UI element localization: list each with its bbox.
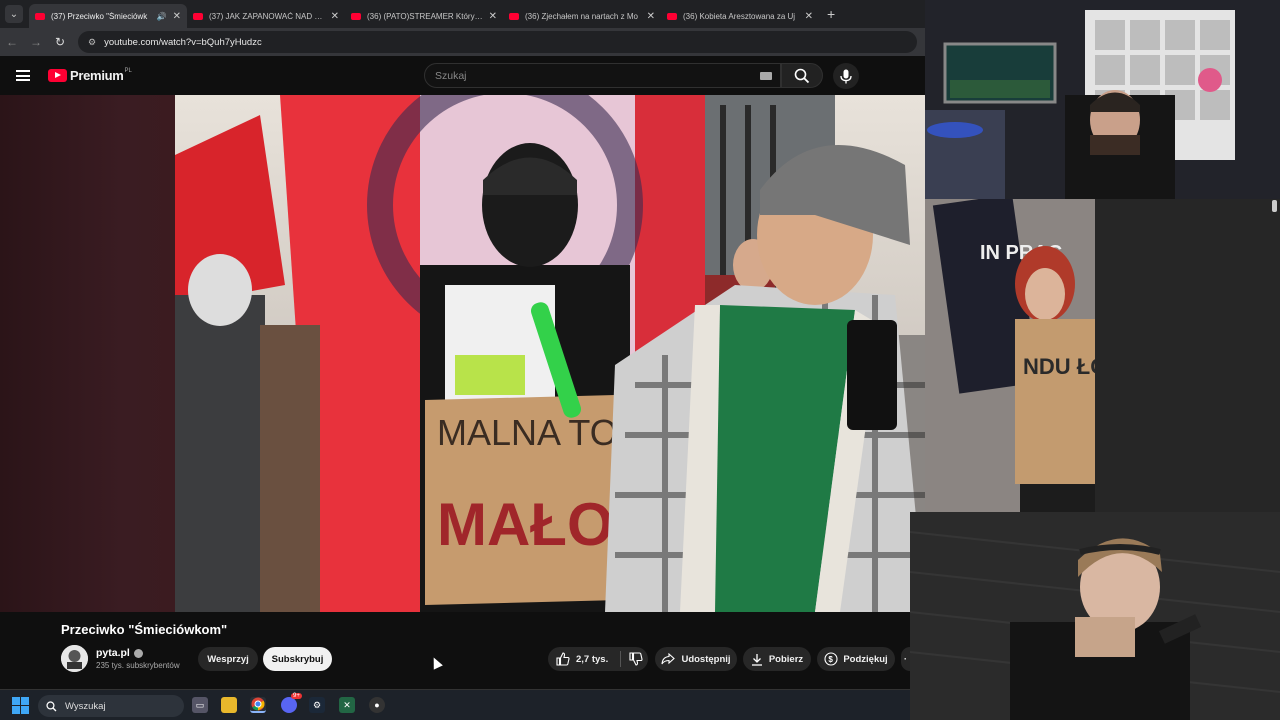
logo-region: PL [124,67,132,74]
logo-text: Premium [70,68,124,83]
task-view-icon[interactable]: ▭ [192,697,208,713]
back-icon[interactable]: ← [0,35,24,49]
voice-search-button[interactable] [833,63,859,89]
share-button[interactable]: Udostępnij [655,647,737,671]
tab-title: (36) Zjechałem na nartach z Mo [525,11,638,21]
forward-icon[interactable]: → [24,35,48,49]
page-right-area [1095,199,1280,512]
youtube-favicon-icon [35,12,45,20]
url-field[interactable]: ⚙ youtube.com/watch?v=bQuh7yHudzc [78,31,917,53]
dislike-button[interactable] [629,652,643,666]
search-icon [46,700,57,711]
like-button[interactable]: 2,7 tys. [556,652,608,666]
like-count: 2,7 tys. [576,653,609,665]
search-input[interactable]: Szukaj [424,63,781,88]
youtube-play-icon [48,69,67,82]
thumbs-up-icon [556,652,570,666]
like-dislike-group: 2,7 tys. [548,647,648,671]
share-icon [661,653,676,665]
tab[interactable]: (36) (PATO)STREAMER Który Nie ✕ [345,4,503,28]
mouse-cursor-icon [429,655,443,670]
sign-right-text: NDU ŁOWI CHE [1023,354,1095,379]
browser-tab-bar: ⌄ (37) Przeciwko "Śmieciówk 🔊 ✕ (37) JAK… [0,0,925,28]
thanks-button[interactable]: $ Podziękuj [817,647,895,671]
discord-badge: 9+ [291,693,302,699]
youtube-favicon-icon [193,12,203,20]
thumbs-down-icon [629,652,643,666]
streamer-webcam-top [925,0,1280,199]
join-button[interactable]: Wesprzyj [198,647,258,671]
video-overflow-frame: IN PRAC NDU ŁOWI CHE [925,199,1095,512]
hamburger-menu-icon[interactable] [16,70,30,81]
microphone-icon [840,69,852,83]
url-text: youtube.com/watch?v=bQuh7yHudzc [104,36,262,48]
discord-icon[interactable]: 9+ [281,693,302,713]
tab-close-icon[interactable]: ✕ [805,11,813,22]
chrome-icon[interactable] [250,697,266,713]
file-explorer-icon[interactable] [221,697,237,713]
scrollbar-thumb[interactable] [1272,200,1277,212]
tab-title: (36) (PATO)STREAMER Który Nie [367,11,483,21]
youtube-favicon-icon [351,12,361,20]
sign-text-top: MALNA TO [437,412,618,453]
tab-close-icon[interactable]: ✕ [647,11,655,22]
tab-close-icon[interactable]: ✕ [489,11,497,22]
subscriber-count: 235 tys. subskrybentów [96,661,180,670]
windows-start-icon[interactable] [12,697,29,714]
youtube-premium-logo[interactable]: Premium PL [48,68,132,83]
tab-title: (37) JAK ZAPANOWAĆ NAD BY [209,11,325,21]
search-button[interactable] [781,63,823,88]
youtube-favicon-icon [667,12,677,20]
streamer-webcam-bottom [910,512,1280,720]
site-info-icon[interactable]: ⚙ [88,37,96,48]
tab[interactable]: (36) Zjechałem na nartach z Mo ✕ [503,4,661,28]
taskbar-search-box[interactable]: Wyszukaj [38,695,184,717]
thanks-icon: $ [824,652,838,666]
thanks-label: Podziękuj [843,653,888,665]
tab-close-icon[interactable]: ✕ [331,11,339,22]
speaker-icon[interactable]: 🔊 [157,12,167,21]
youtube-header: Premium PL Szukaj [0,56,925,95]
sign-text-bottom: MAŁO! [437,491,634,558]
channel-name[interactable]: pyta.pl [96,647,130,659]
search-placeholder: Szukaj [435,69,467,82]
search-icon [794,68,810,83]
tab-title: (37) Przeciwko "Śmieciówk [51,11,148,21]
more-actions-button[interactable]: · [901,647,910,671]
tab[interactable]: (36) Kobieta Aresztowana za Uj ✕ [661,4,819,28]
keyboard-icon[interactable] [760,72,772,80]
video-backdrop [0,95,175,612]
tab-close-icon[interactable]: ✕ [173,11,181,22]
svg-text:$: $ [829,655,834,664]
download-button[interactable]: Pobierz [743,647,811,671]
video-title: Przeciwko "Śmieciówkom" [61,622,228,637]
taskbar-search-label: Wyszukaj [65,700,106,712]
youtube-favicon-icon [509,12,519,20]
share-label: Udostępnij [681,653,731,665]
download-label: Pobierz [768,653,804,665]
like-divider [620,651,622,667]
tab-active[interactable]: (37) Przeciwko "Śmieciówk 🔊 ✕ [29,4,187,28]
address-bar-row: ← → ↻ ⚙ youtube.com/watch?v=bQuh7yHudzc [0,28,925,56]
verified-badge-icon [133,648,143,658]
new-tab-button[interactable]: + [827,6,835,22]
video-player[interactable]: MALNA TO MAŁO! [175,95,925,612]
subscribe-button[interactable]: Subskrybuj [263,647,332,671]
channel-avatar[interactable] [61,645,88,672]
steam-icon[interactable]: ⚙ [309,697,325,713]
tab[interactable]: (37) JAK ZAPANOWAĆ NAD BY ✕ [187,4,345,28]
reload-icon[interactable]: ↻ [48,35,72,49]
channel-name-row[interactable]: pyta.pl [96,647,143,659]
tab-title: (36) Kobieta Aresztowana za Uj [683,11,796,21]
download-icon [751,653,762,666]
tab-search-button[interactable]: ⌄ [5,5,23,23]
video-frame: MALNA TO MAŁO! [175,95,925,612]
windows-taskbar: Wyszukaj ▭ 9+ ⚙ ✕ ● [0,689,910,720]
app-icon[interactable]: ✕ [339,697,355,713]
obs-icon[interactable]: ● [369,697,385,713]
